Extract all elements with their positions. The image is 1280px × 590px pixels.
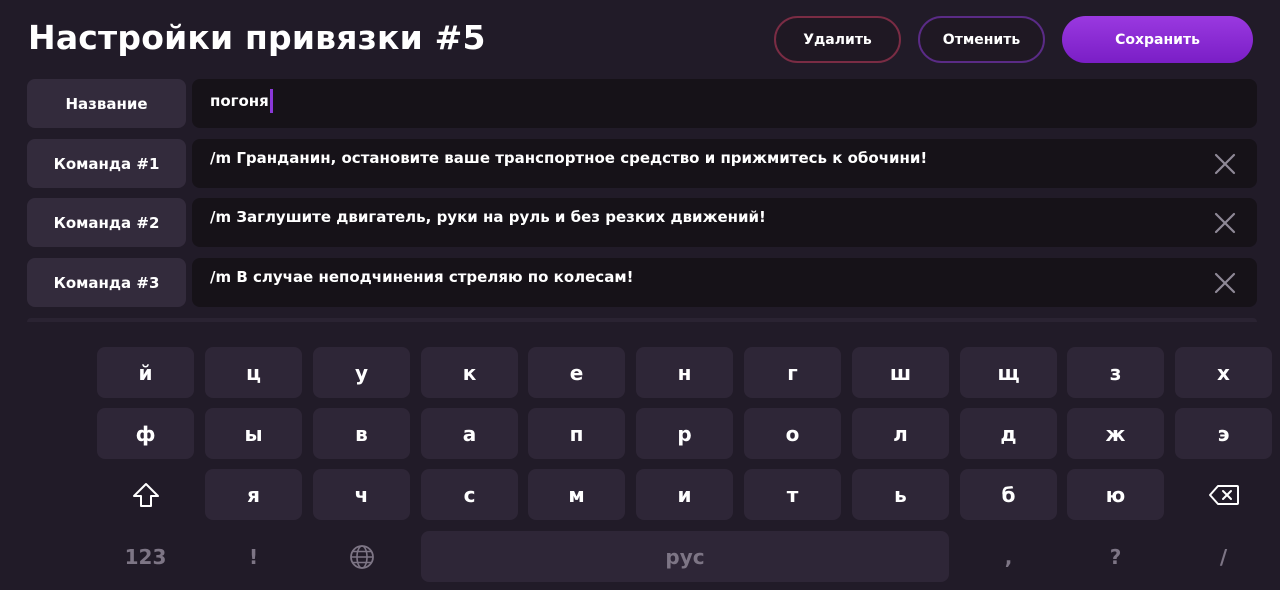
- command-input-2[interactable]: /m Заглушите двигатель, руки на руль и б…: [192, 198, 1257, 247]
- key[interactable]: ю: [1067, 469, 1164, 520]
- command-label-2: Команда #2: [27, 198, 186, 247]
- name-input-value: погоня: [210, 92, 269, 110]
- key[interactable]: м: [528, 469, 625, 520]
- numbers-key[interactable]: 123: [97, 531, 194, 582]
- backspace-icon: [1208, 484, 1239, 505]
- on-screen-keyboard: й ц у к е н г ш щ з х ф ы в а п р о л д …: [0, 322, 1280, 590]
- text-caret: [269, 89, 273, 113]
- key[interactable]: ш: [852, 347, 949, 398]
- key[interactable]: н: [636, 347, 733, 398]
- delete-button[interactable]: Удалить: [774, 16, 901, 63]
- key[interactable]: з: [1067, 347, 1164, 398]
- key[interactable]: л: [852, 408, 949, 459]
- exclamation-key[interactable]: !: [205, 531, 302, 582]
- key[interactable]: в: [313, 408, 410, 459]
- comma-key[interactable]: ,: [960, 531, 1057, 582]
- key[interactable]: а: [421, 408, 518, 459]
- name-label: Название: [27, 79, 186, 128]
- key[interactable]: ж: [1067, 408, 1164, 459]
- key[interactable]: с: [421, 469, 518, 520]
- backspace-key[interactable]: [1175, 469, 1272, 520]
- close-icon[interactable]: [1213, 271, 1237, 295]
- page-title: Настройки привязки #5: [28, 18, 486, 57]
- key[interactable]: е: [528, 347, 625, 398]
- key[interactable]: й: [97, 347, 194, 398]
- key[interactable]: х: [1175, 347, 1272, 398]
- shift-key[interactable]: [97, 469, 194, 520]
- key[interactable]: ь: [852, 469, 949, 520]
- key[interactable]: я: [205, 469, 302, 520]
- key[interactable]: т: [744, 469, 841, 520]
- key[interactable]: и: [636, 469, 733, 520]
- command-input-1[interactable]: /m Гранданин, остановите ваше транспортн…: [192, 139, 1257, 188]
- close-icon[interactable]: [1213, 152, 1237, 176]
- slash-key[interactable]: /: [1175, 531, 1272, 582]
- key[interactable]: к: [421, 347, 518, 398]
- command-row-2: Команда #2 /m Заглушите двигатель, руки …: [27, 198, 1257, 247]
- key[interactable]: ч: [313, 469, 410, 520]
- globe-icon: [349, 544, 374, 569]
- question-key[interactable]: ?: [1067, 531, 1164, 582]
- name-input[interactable]: погоня: [192, 79, 1257, 128]
- save-button[interactable]: Сохранить: [1062, 16, 1253, 63]
- key[interactable]: у: [313, 347, 410, 398]
- name-row: Название погоня: [27, 79, 1257, 128]
- close-icon[interactable]: [1213, 211, 1237, 235]
- key[interactable]: ф: [97, 408, 194, 459]
- command-label-1: Команда #1: [27, 139, 186, 188]
- key[interactable]: п: [528, 408, 625, 459]
- command-text-2: /m Заглушите двигатель, руки на руль и б…: [210, 208, 766, 226]
- command-input-3[interactable]: /m В случае неподчинения стреляю по коле…: [192, 258, 1257, 307]
- command-text-3: /m В случае неподчинения стреляю по коле…: [210, 268, 634, 286]
- key[interactable]: б: [960, 469, 1057, 520]
- key[interactable]: щ: [960, 347, 1057, 398]
- key[interactable]: о: [744, 408, 841, 459]
- command-label-3: Команда #3: [27, 258, 186, 307]
- space-key[interactable]: рус: [421, 531, 949, 582]
- key[interactable]: д: [960, 408, 1057, 459]
- key[interactable]: ц: [205, 347, 302, 398]
- shift-icon: [132, 482, 159, 507]
- command-text-1: /m Гранданин, остановите ваше транспортн…: [210, 149, 928, 167]
- command-row-1: Команда #1 /m Гранданин, остановите ваше…: [27, 139, 1257, 188]
- key[interactable]: р: [636, 408, 733, 459]
- key[interactable]: ы: [205, 408, 302, 459]
- key[interactable]: э: [1175, 408, 1272, 459]
- language-key[interactable]: [313, 531, 410, 582]
- cancel-button[interactable]: Отменить: [918, 16, 1045, 63]
- command-row-3: Команда #3 /m В случае неподчинения стре…: [27, 258, 1257, 307]
- key[interactable]: г: [744, 347, 841, 398]
